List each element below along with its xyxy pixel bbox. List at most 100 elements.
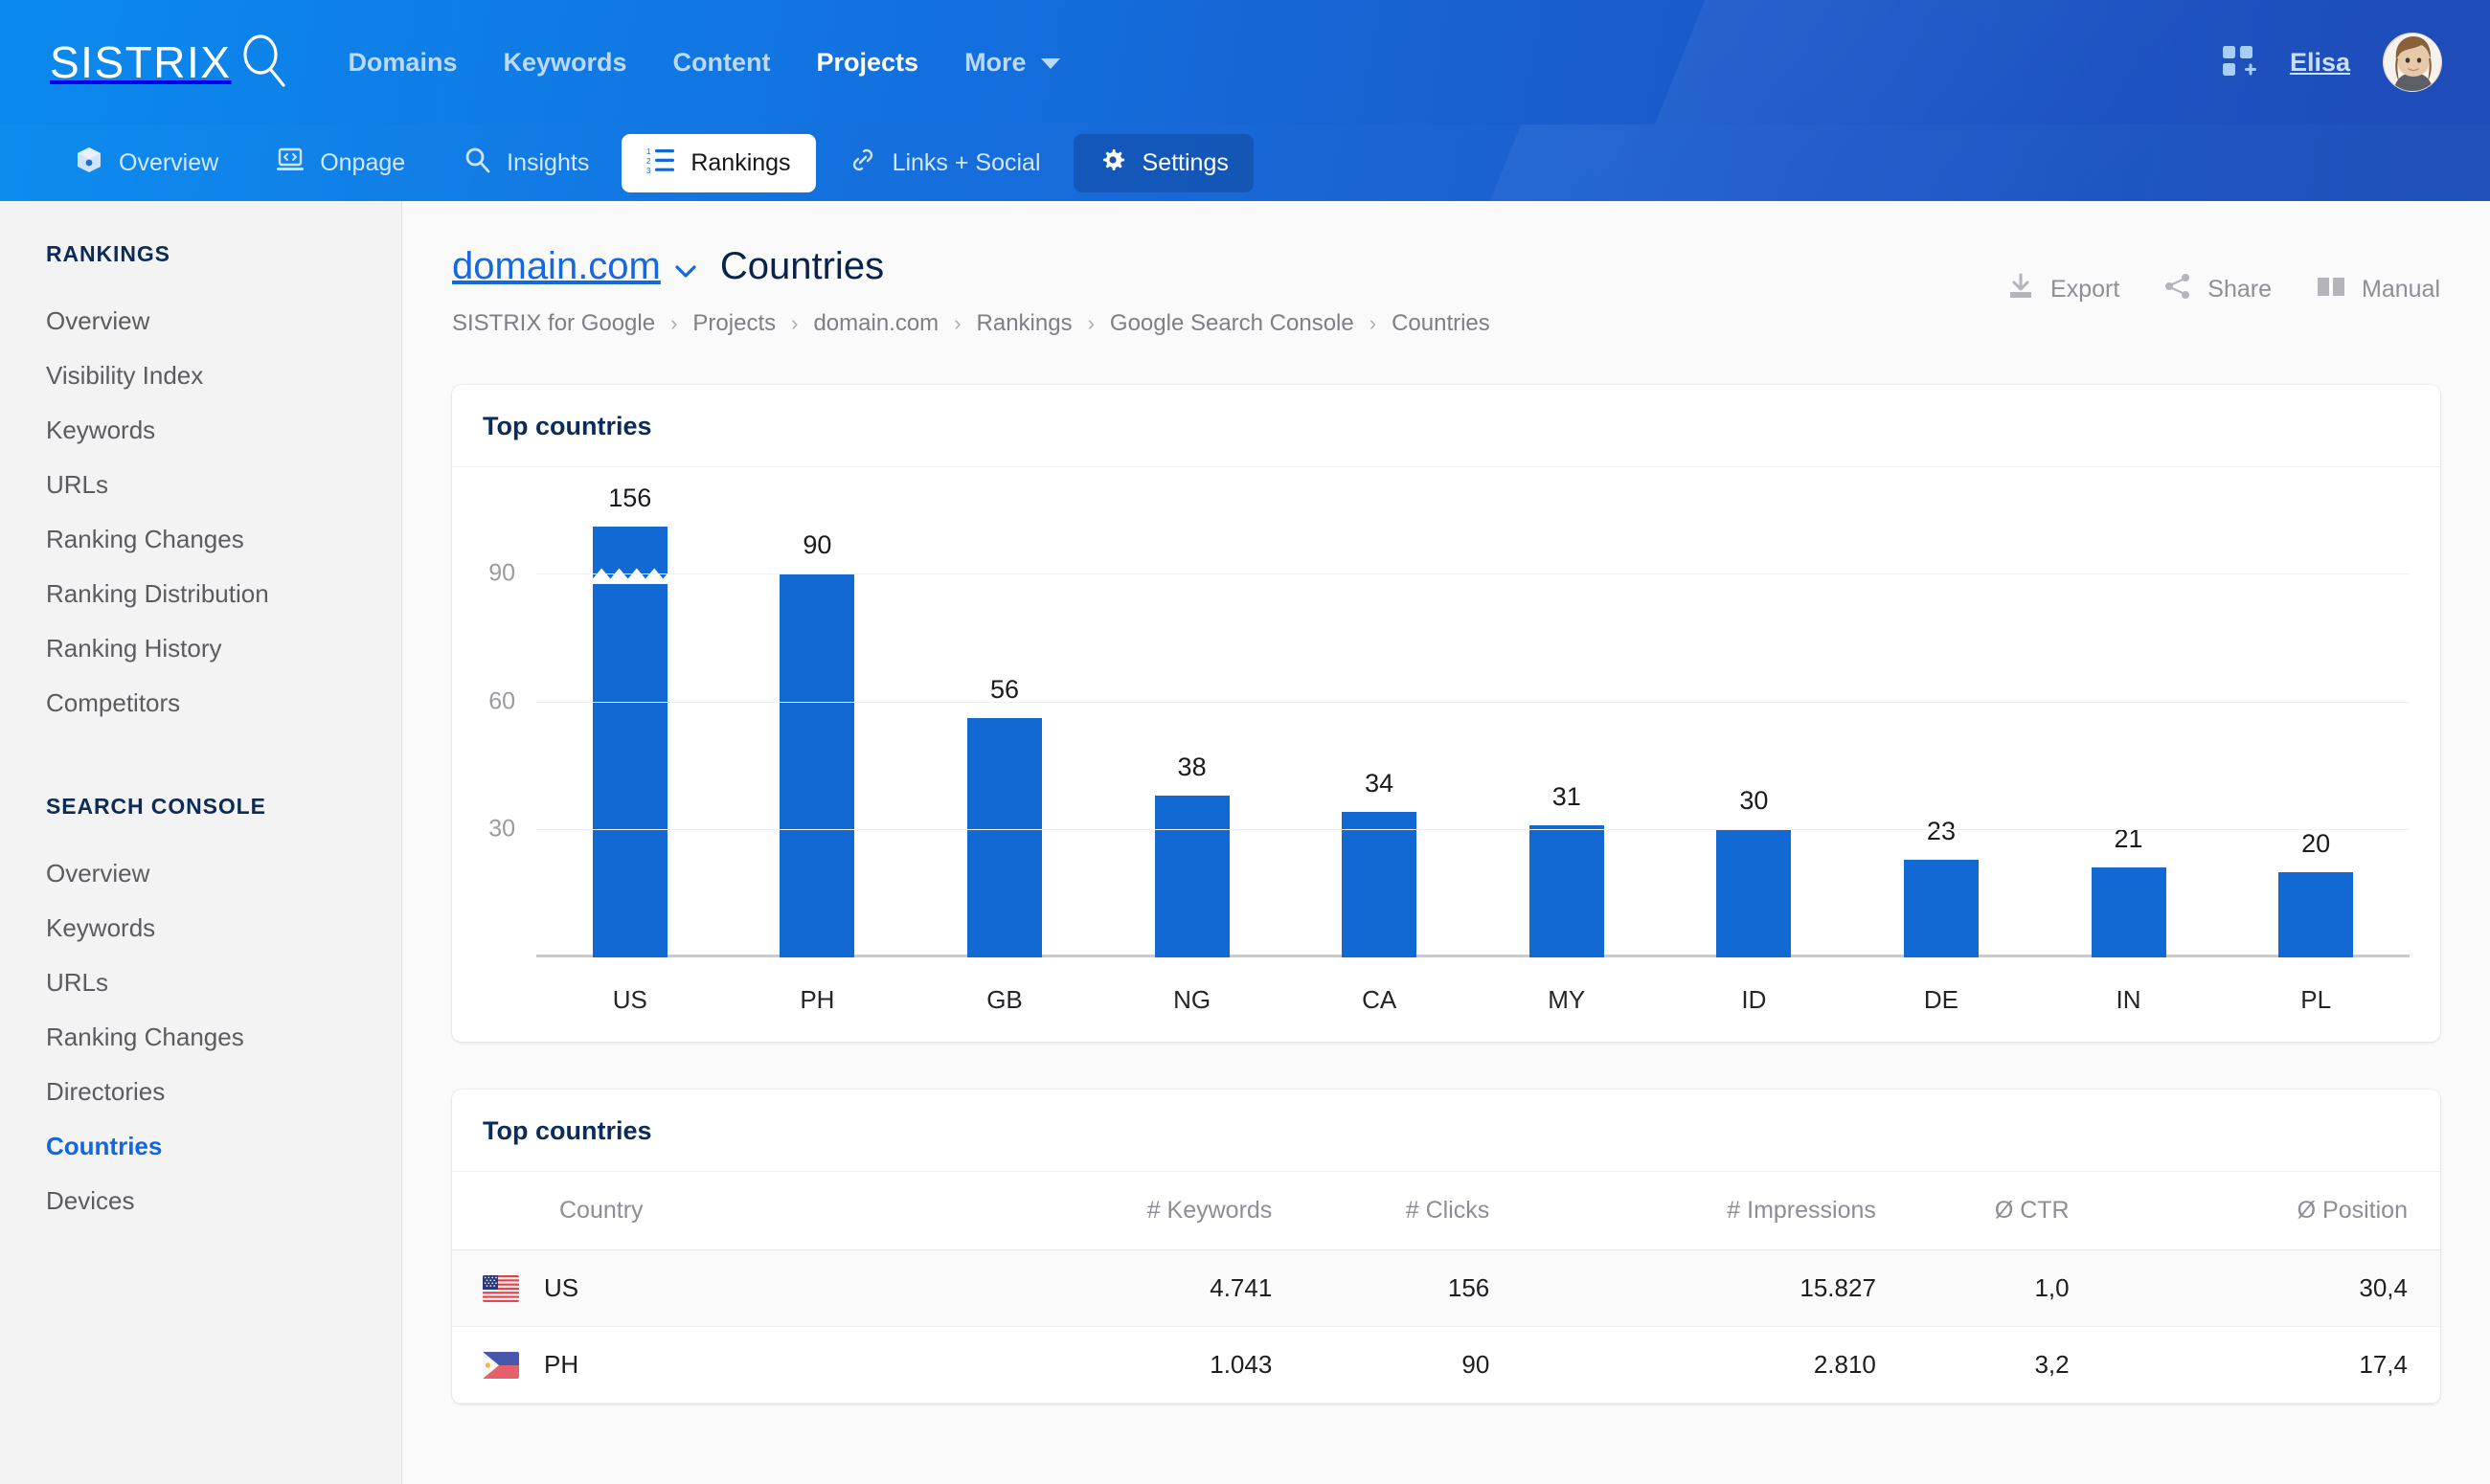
export-label: Export <box>2050 276 2120 303</box>
cell-clicks: 156 <box>1272 1249 1490 1327</box>
cell-keywords: 4.741 <box>947 1249 1273 1327</box>
avatar[interactable] <box>2383 33 2442 92</box>
col-clicks[interactable]: # Clicks <box>1272 1172 1490 1250</box>
bar-group: 20 <box>2222 509 2410 957</box>
col-position[interactable]: Ø Position <box>2069 1172 2440 1250</box>
x-axis-label: GB <box>986 984 1023 1014</box>
breadcrumb-item-0[interactable]: SISTRIX for Google <box>452 310 655 337</box>
x-axis-label: DE <box>1923 984 1959 1014</box>
bar-value-label: 34 <box>1365 769 1394 798</box>
section-navigation-bar: Overview Onpage Insights 1 2 3 Rankings <box>0 124 2490 201</box>
x-axis-label: IN <box>2116 984 2141 1014</box>
sidebar-item-directories[interactable]: Directories <box>46 1065 401 1119</box>
breadcrumb-item-4[interactable]: Google Search Console <box>1110 310 1354 337</box>
sidebar-item-ranking-history[interactable]: Ranking History <box>46 621 401 676</box>
bar-ph[interactable] <box>780 573 855 957</box>
main-content: domain.com Countries SISTRIX for Google … <box>402 201 2490 1484</box>
sidebar-item-rankings-overview[interactable]: Overview <box>46 294 401 349</box>
bar-pl[interactable] <box>2278 871 2354 957</box>
breadcrumb-separator: › <box>954 311 962 335</box>
x-axis-label: ID <box>1741 984 1767 1014</box>
nav-item-more[interactable]: More <box>964 48 1061 78</box>
sidebar-item-competitors[interactable]: Competitors <box>46 676 401 731</box>
bar-group: 23 <box>1847 509 2035 957</box>
sidebar-item-sc-urls[interactable]: URLs <box>46 956 401 1010</box>
cell-position: 30,4 <box>2069 1249 2440 1327</box>
bar-value-label: 90 <box>803 529 832 559</box>
subnav-label: Onpage <box>320 148 406 176</box>
gridline <box>536 829 2410 831</box>
page-title: domain.com Countries <box>452 247 2006 285</box>
bar-my[interactable] <box>1528 824 1604 957</box>
sidebar-item-rankings-urls[interactable]: URLs <box>46 458 401 512</box>
bar-in[interactable] <box>2091 867 2166 957</box>
breadcrumb: SISTRIX for Google › Projects › domain.c… <box>452 310 2006 337</box>
breadcrumb-item-5[interactable]: Countries <box>1392 310 1490 337</box>
col-ctr[interactable]: Ø CTR <box>1875 1172 2070 1250</box>
table-body: US 4.741 156 15.827 1,0 30,4 PH 1.043 90 2.810 3,2… <box>452 1249 2440 1404</box>
sidebar-item-sc-overview[interactable]: Overview <box>46 846 401 901</box>
sidebar-item-ranking-distribution[interactable]: Ranking Distribution <box>46 567 401 621</box>
nav-item-content[interactable]: Content <box>673 48 771 78</box>
domain-selector-link[interactable]: domain.com <box>452 247 661 285</box>
user-name-label[interactable]: Elisa <box>2290 48 2350 78</box>
cell-country: US <box>452 1249 948 1327</box>
gridline <box>536 701 2410 703</box>
main-navigation: Domains Keywords Content Projects More <box>348 48 1060 78</box>
sidebar-item-rankings-keywords[interactable]: Keywords <box>46 403 401 458</box>
bar-chart[interactable]: 156 90 56 38 34 31 30 23 21 20 30 60 90 US PH GB NG CA M… <box>452 467 2440 1042</box>
manual-button[interactable]: Manual <box>2316 272 2440 307</box>
flag-ph-icon <box>483 1351 519 1379</box>
export-button[interactable]: Export <box>2006 272 2119 307</box>
bar-de[interactable] <box>1903 859 1979 957</box>
cell-keywords: 1.043 <box>947 1326 1273 1404</box>
subnav-item-onpage[interactable]: Onpage <box>251 134 430 192</box>
search-icon <box>463 146 491 181</box>
col-impressions[interactable]: # Impressions <box>1489 1172 1876 1250</box>
apps-grid-add-icon[interactable] <box>2221 44 2257 80</box>
col-country[interactable]: Country <box>452 1172 948 1250</box>
bar-ng[interactable] <box>1154 795 1230 957</box>
page-title-text: Countries <box>719 245 885 287</box>
svg-text:2: 2 <box>646 157 651 166</box>
nav-item-projects[interactable]: Projects <box>817 48 919 78</box>
table-row[interactable]: US 4.741 156 15.827 1,0 30,4 <box>452 1249 2440 1327</box>
sidebar-item-countries[interactable]: Countries <box>46 1119 401 1174</box>
bar-gb[interactable] <box>966 718 1042 957</box>
bar-value-label: 23 <box>1926 816 1956 845</box>
sidebar-item-sc-keywords[interactable]: Keywords <box>46 901 401 956</box>
breadcrumb-item-1[interactable]: Projects <box>692 310 776 337</box>
chart-plot-area: 156 90 56 38 34 31 30 23 21 20 30 60 90 <box>452 481 2423 957</box>
page-layout: RANKINGS Overview Visibility Index Keywo… <box>0 201 2490 1484</box>
table-header-row: Country # Keywords # Clicks # Impression… <box>452 1172 2440 1250</box>
subnav-item-links-social[interactable]: Links + Social <box>824 134 1066 192</box>
sidebar-item-visibility-index[interactable]: Visibility Index <box>46 349 401 403</box>
bar-group: 56 <box>911 509 1098 957</box>
x-axis-label: US <box>612 984 647 1014</box>
sistrix-logo[interactable]: SISTRIX <box>50 32 288 94</box>
bar-group: 21 <box>2035 509 2223 957</box>
bar-us[interactable] <box>592 526 769 957</box>
share-button[interactable]: Share <box>2163 272 2272 307</box>
sidebar-item-rankings-ranking-changes[interactable]: Ranking Changes <box>46 512 401 567</box>
subnav-item-rankings[interactable]: 1 2 3 Rankings <box>622 133 816 192</box>
top-header-bar: SISTRIX Domains Keywords Content Project… <box>0 0 2490 124</box>
subnav-item-settings[interactable]: Settings <box>1073 133 1254 192</box>
subnav-item-overview[interactable]: Overview <box>50 134 243 192</box>
nav-item-domains[interactable]: Domains <box>348 48 457 78</box>
bar-id[interactable] <box>1716 829 1792 957</box>
table-row[interactable]: PH 1.043 90 2.810 3,2 17,4 <box>452 1326 2440 1404</box>
breadcrumb-item-2[interactable]: domain.com <box>813 310 939 337</box>
breadcrumb-item-3[interactable]: Rankings <box>977 310 1073 337</box>
plot: 156 90 56 38 34 31 30 23 21 20 30 60 90 <box>488 483 2410 957</box>
chevron-down-icon[interactable] <box>674 247 697 285</box>
cell-position: 17,4 <box>2069 1326 2440 1404</box>
sidebar-item-devices[interactable]: Devices <box>46 1174 401 1228</box>
bar-ca[interactable] <box>1342 812 1417 957</box>
bar-value-label: 30 <box>1739 786 1769 816</box>
table-card-title: Top countries <box>452 1090 2440 1172</box>
col-keywords[interactable]: # Keywords <box>947 1172 1273 1250</box>
sidebar-item-sc-ranking-changes[interactable]: Ranking Changes <box>46 1010 401 1065</box>
nav-item-keywords[interactable]: Keywords <box>503 48 626 78</box>
subnav-item-insights[interactable]: Insights <box>438 134 614 192</box>
